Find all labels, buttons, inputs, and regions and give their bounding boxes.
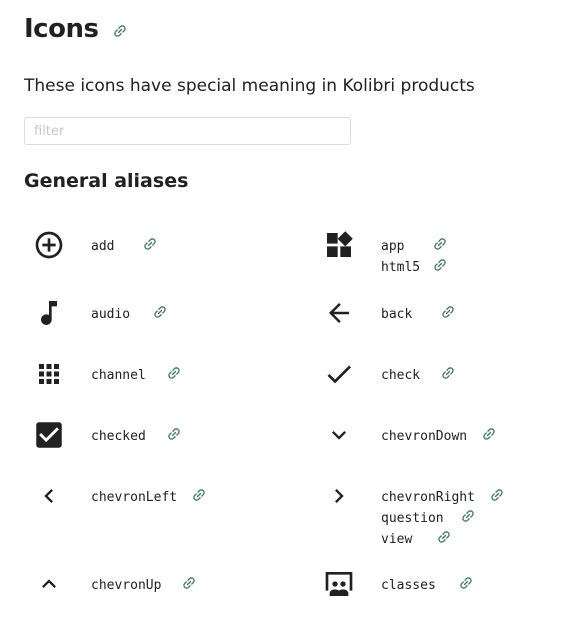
add-circle-icon (24, 228, 74, 262)
alias-row: chevronDown (381, 426, 497, 447)
apps-widgets-icon (314, 228, 364, 262)
link-icon[interactable] (432, 236, 448, 252)
link-icon[interactable] (458, 575, 474, 591)
alias-name: view (381, 532, 413, 547)
title-row: Icons (24, 14, 128, 44)
alias-list: add (91, 236, 158, 257)
checkbox-checked-icon (24, 418, 74, 452)
alias-list: channel (91, 365, 182, 386)
alias-name: chevronRight (381, 490, 475, 505)
alias-name: chevronDown (381, 429, 468, 444)
link-icon[interactable] (440, 304, 456, 320)
alias-name: classes (381, 578, 436, 593)
chevron-right-icon (314, 479, 364, 513)
alias-list: chevronRight question view (381, 487, 505, 550)
alias-row: chevronUp (91, 575, 197, 596)
alias-row: view (381, 529, 505, 550)
alias-name: chevronLeft (91, 490, 178, 505)
alias-name: channel (91, 368, 146, 383)
section-title: General aliases (24, 170, 189, 192)
alias-row: app (381, 236, 448, 257)
alias-list: chevronDown (381, 426, 497, 447)
alias-list: app html5 (381, 236, 448, 278)
alias-list: check (381, 365, 456, 386)
alias-row: chevronRight (381, 487, 505, 508)
page-subtitle: These icons have special meaning in Koli… (24, 76, 475, 96)
link-icon[interactable] (142, 236, 158, 252)
link-icon[interactable] (432, 257, 448, 273)
alias-list: chevronLeft (91, 487, 207, 508)
link-icon[interactable] (440, 365, 456, 381)
alias-name: checked (91, 429, 146, 444)
chevron-up-icon (24, 567, 74, 601)
alias-row: audio (91, 304, 168, 325)
link-icon[interactable] (152, 304, 168, 320)
alias-row: html5 (381, 257, 448, 278)
alias-row: channel (91, 365, 182, 386)
link-icon[interactable] (436, 529, 452, 545)
alias-row: add (91, 236, 158, 257)
alias-name: add (91, 239, 115, 254)
alias-name: audio (91, 307, 131, 322)
grid-dots-icon (24, 357, 74, 391)
link-icon[interactable] (112, 23, 128, 39)
alias-name: question (381, 511, 444, 526)
alias-row: check (381, 365, 456, 386)
alias-name: check (381, 368, 421, 383)
alias-row: checked (91, 426, 182, 447)
alias-name: app (381, 239, 405, 254)
alias-list: back (381, 304, 456, 325)
alias-row: classes (381, 575, 474, 596)
classroom-icon (314, 567, 364, 601)
link-icon[interactable] (166, 365, 182, 381)
filter-input[interactable] (24, 117, 351, 145)
chevron-left-icon (24, 479, 74, 513)
alias-list: classes (381, 575, 474, 596)
link-icon[interactable] (166, 426, 182, 442)
alias-name: back (381, 307, 413, 322)
link-icon[interactable] (181, 575, 197, 591)
alias-list: chevronUp (91, 575, 197, 596)
check-icon (314, 357, 364, 391)
arrow-back-icon (314, 296, 364, 330)
alias-row: question (381, 508, 505, 529)
link-icon[interactable] (191, 487, 207, 503)
alias-list: audio (91, 304, 168, 325)
link-icon[interactable] (460, 508, 476, 524)
link-icon[interactable] (481, 426, 497, 442)
alias-list: checked (91, 426, 182, 447)
alias-name: html5 (381, 260, 421, 275)
alias-row: chevronLeft (91, 487, 207, 508)
alias-row: back (381, 304, 456, 325)
alias-name: chevronUp (91, 578, 162, 593)
music-note-icon (24, 296, 74, 330)
page-title: Icons (24, 14, 99, 44)
link-icon[interactable] (489, 487, 505, 503)
chevron-down-icon (314, 418, 364, 452)
